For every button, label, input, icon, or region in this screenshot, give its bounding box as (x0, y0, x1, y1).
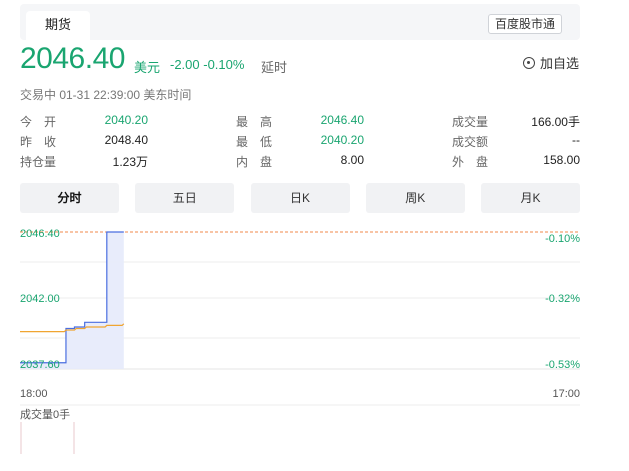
add-watchlist-icon (523, 56, 535, 69)
stat-label: 今 开 (20, 115, 57, 129)
stats-row: 昨 收 2048.40 最 低 2040.20 成交额 -- (20, 133, 580, 153)
brand-badge[interactable]: 百度股市通 (487, 14, 562, 34)
y-tick-right: -0.53% (545, 359, 580, 371)
stat-value: 2046.40 (320, 113, 364, 127)
stat-label: 外 盘 (452, 155, 489, 169)
stat-value: 2040.20 (104, 113, 148, 127)
stats-table: 今 开 2040.20 最 高 2046.40 成交量 166.00手 昨 收 … (20, 113, 580, 173)
top-bar: 期货 百度股市通 (20, 4, 580, 40)
stat-value: -- (572, 133, 580, 147)
current-price: 2046.40 (20, 42, 125, 75)
trading-status: 交易中 01-31 22:39:00 美东时间 (20, 88, 192, 102)
add-to-watchlist-button[interactable]: 加自选 (523, 53, 579, 72)
stat-label: 内 盘 (236, 155, 273, 169)
add-watchlist-label: 加自选 (540, 56, 580, 71)
y-tick-left: 2042.00 (20, 293, 60, 305)
stat-label: 最 低 (236, 135, 273, 149)
stat-value: 1.23万 (112, 155, 148, 169)
stats-row: 今 开 2040.20 最 高 2046.40 成交量 166.00手 (20, 113, 580, 133)
stat-label: 昨 收 (20, 135, 57, 149)
volume-label: 成交量0手 (20, 407, 70, 421)
stat-label: 成交额 (452, 135, 489, 149)
stat-label: 最 高 (236, 115, 273, 129)
stat-value: 158.00 (543, 153, 580, 167)
price-change: -2.00 -0.10% (170, 57, 245, 72)
x-tick: 17:00 (552, 388, 580, 400)
stat-value: 2040.20 (320, 133, 364, 147)
intraday-chart[interactable]: 2046.40 2042.00 2037.60 -0.10% -0.32% -0.53% 1… (0, 222, 629, 471)
stat-value: 166.00手 (531, 115, 580, 129)
tab-daily-k[interactable]: 日K (250, 183, 350, 213)
y-tick-right: -0.10% (545, 233, 580, 245)
y-tick-right: -0.32% (545, 293, 580, 305)
y-tick-left: 2037.60 (20, 359, 60, 371)
tab-monthly-k[interactable]: 月K (481, 183, 580, 213)
period-tabs: 分时 五日 日K 周K 月K (20, 183, 580, 213)
stats-row: 持仓量 1.23万 内 盘 8.00 外 盘 158.00 (20, 153, 580, 173)
tab-weekly-k[interactable]: 周K (365, 183, 465, 213)
currency-label: 美元 (134, 60, 161, 75)
stat-label: 成交量 (452, 115, 489, 129)
x-tick: 18:00 (20, 388, 48, 400)
tab-intraday[interactable]: 分时 (20, 183, 119, 213)
stat-value: 2048.40 (104, 133, 148, 147)
tab-five-day[interactable]: 五日 (135, 183, 235, 213)
stat-value: 8.00 (340, 153, 364, 167)
delay-label: 延时 (261, 60, 288, 75)
stat-label: 持仓量 (20, 155, 57, 169)
y-tick-left: 2046.40 (20, 228, 60, 240)
tab-futures[interactable]: 期货 (26, 11, 90, 40)
